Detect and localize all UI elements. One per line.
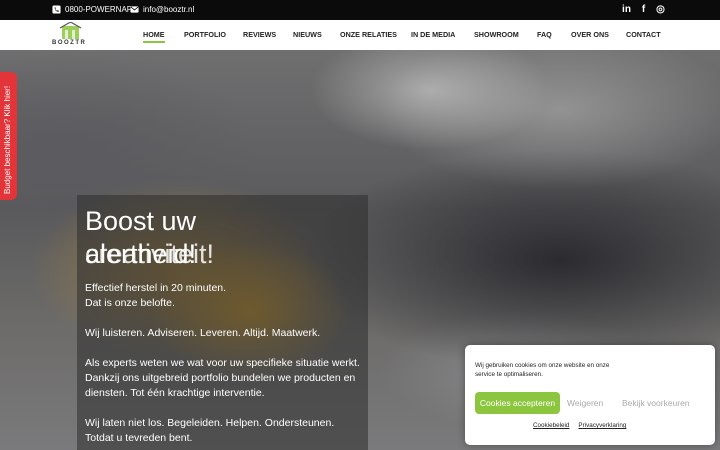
nav-nieuws[interactable]: NIEUWS bbox=[293, 30, 322, 39]
budget-side-tab-label: Budget beschikbaar? Klik hier! bbox=[3, 85, 12, 194]
phone-number[interactable]: 0800-POWERNAP bbox=[65, 5, 132, 14]
nav-portfolio[interactable]: PORTFOLIO bbox=[184, 30, 226, 39]
hero-line: Als experts weten we wat voor uw specifi… bbox=[85, 357, 360, 369]
instagram-icon[interactable]: ◎ bbox=[655, 4, 666, 15]
nav-in-de-media[interactable]: IN DE MEDIA bbox=[411, 30, 455, 39]
hero-rotating-word-creativiteit: creativiteit! bbox=[85, 239, 215, 269]
envelope-icon bbox=[130, 6, 139, 13]
hero-line: Dankzij ons uitgebreid portfolio bundele… bbox=[85, 372, 356, 384]
hero-line: Effectief herstel in 20 minuten. bbox=[85, 282, 227, 294]
privacy-statement-link[interactable]: Privacyverklaring bbox=[578, 422, 626, 429]
linkedin-icon[interactable]: in bbox=[621, 4, 632, 15]
top-contact-bar: 0800-POWERNAP info@booztr.nl in f ◎ bbox=[0, 0, 720, 20]
nav-onze-relaties[interactable]: ONZE RELATIES bbox=[340, 30, 397, 39]
hero-title-line1: Boost uw bbox=[85, 206, 197, 236]
nav-reviews[interactable]: REVIEWS bbox=[243, 30, 276, 39]
hero-line: Wij laten niet los. Begeleiden. Helpen. … bbox=[85, 417, 335, 429]
main-navbar: BOOZTR HOME PORTFOLIO REVIEWS NIEUWS ONZ… bbox=[0, 20, 720, 50]
phone-icon bbox=[52, 5, 61, 14]
deny-cookies-button[interactable]: Weigeren bbox=[567, 398, 603, 408]
cookie-consent-dialog: Wij gebruiken cookies om onze website en… bbox=[465, 345, 715, 445]
cookie-links: Cookiebeleid Privacyverklaring bbox=[533, 422, 626, 429]
nav-contact[interactable]: CONTACT bbox=[626, 30, 661, 39]
hero-title: Boost uw alertheid! creativiteit! bbox=[85, 205, 214, 269]
nav-faq[interactable]: FAQ bbox=[537, 30, 552, 39]
nav-showroom[interactable]: SHOWROOM bbox=[474, 30, 519, 39]
email-contact[interactable]: info@booztr.nl bbox=[130, 5, 194, 14]
cookie-policy-link[interactable]: Cookiebeleid bbox=[533, 422, 569, 429]
logo-text: BOOZTR bbox=[52, 40, 87, 46]
budget-side-tab[interactable]: Budget beschikbaar? Klik hier! bbox=[0, 72, 17, 200]
accept-cookies-button[interactable]: Cookies accepteren bbox=[475, 392, 560, 414]
hero-line: Dat is onze belofte. bbox=[85, 297, 175, 309]
phone-contact[interactable]: 0800-POWERNAP bbox=[52, 5, 132, 14]
nav-home[interactable]: HOME bbox=[143, 30, 165, 43]
hero-body: Effectief herstel in 20 minuten. Dat is … bbox=[85, 281, 365, 446]
cookie-message: Wij gebruiken cookies om onze website en… bbox=[475, 362, 610, 378]
nav-over-ons[interactable]: OVER ONS bbox=[571, 30, 609, 39]
facebook-icon[interactable]: f bbox=[638, 4, 649, 15]
hero-line: Wij luisteren. Adviseren. Leveren. Altij… bbox=[85, 327, 321, 339]
social-links: in f ◎ bbox=[621, 4, 666, 15]
hero-line: diensten. Tot één krachtige interventie. bbox=[85, 387, 265, 399]
view-preferences-button[interactable]: Bekijk voorkeuren bbox=[622, 398, 690, 408]
hero-line: Totdat u tevreden bent. bbox=[85, 432, 193, 444]
email-address[interactable]: info@booztr.nl bbox=[143, 5, 194, 14]
